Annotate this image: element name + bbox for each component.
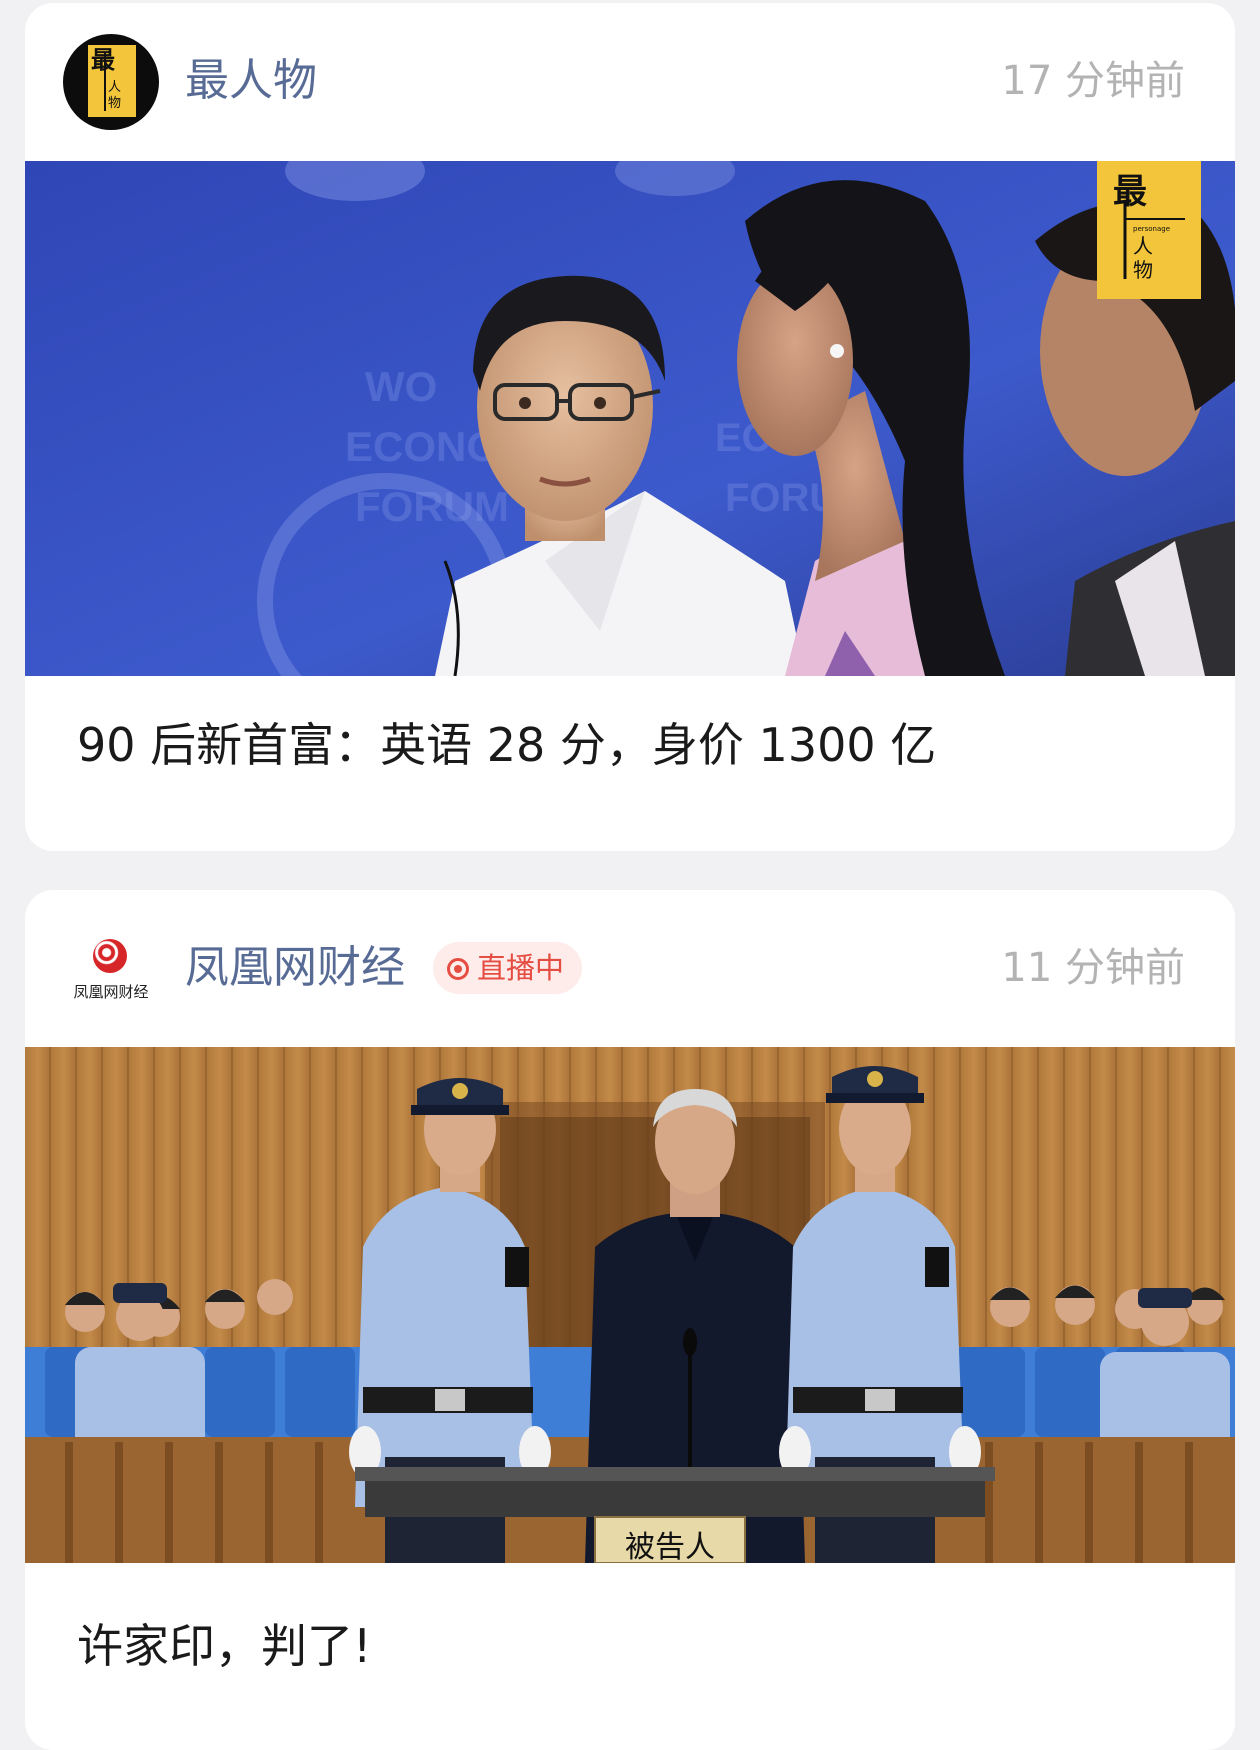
logo-char-small-2: 物 — [108, 96, 122, 111]
logo-char-small-1: 人 — [108, 80, 122, 95]
article-title[interactable]: 许家印，判了! — [77, 1616, 371, 1676]
ifeng-logo-icon — [93, 939, 127, 973]
source-avatar-zuirenwu[interactable]: 最 人 物 — [63, 34, 159, 130]
badge-char-small-2: 物 — [1133, 258, 1153, 282]
card-header: 凤凰网财经 凤凰网财经 直播中 11 分钟前 — [25, 890, 1235, 1048]
badge-char-small-1: 人 — [1133, 234, 1153, 258]
post-time: 11 分钟前 — [1001, 945, 1185, 991]
source-avatar-ifeng[interactable]: 凤凰网财经 — [63, 921, 159, 1017]
svg-text:WO: WO — [365, 363, 437, 410]
feed-card-1[interactable]: 最 人 物 最人物 17 分钟前 WO ECONO FORUM FORUM 最 … — [25, 3, 1235, 851]
forum-photo[interactable]: WO ECONO FORUM ECONO FORUM — [25, 161, 1235, 676]
card-header: 最 人 物 最人物 17 分钟前 — [25, 3, 1235, 161]
live-badge[interactable]: 直播中 — [433, 942, 583, 994]
logo-char-big: 最 — [91, 46, 115, 74]
badge-micro: personage — [1133, 225, 1170, 233]
courtroom-photo[interactable]: 被告人 — [25, 1047, 1235, 1563]
live-dot-icon — [447, 958, 469, 980]
post-time: 17 分钟前 — [1001, 58, 1185, 104]
svg-text:ECONO: ECONO — [345, 423, 499, 470]
badge-char-big: 最 — [1113, 172, 1147, 212]
defendant-sign: 被告人 — [625, 1530, 715, 1563]
man-at-forum-photo-icon: WO ECONO FORUM ECONO FORUM — [25, 161, 1235, 676]
live-badge-label: 直播中 — [477, 951, 565, 985]
feed-card-2[interactable]: 凤凰网财经 凤凰网财经 直播中 11 分钟前 被告人 许家印，判了! — [25, 890, 1235, 1750]
source-name[interactable]: 最人物 — [185, 49, 317, 113]
courtroom-photo-icon: 被告人 — [25, 1047, 1235, 1563]
zuirenwu-logo: 最 人 物 — [88, 45, 136, 117]
ifeng-logo-text: 凤凰网财经 — [73, 983, 149, 1001]
article-title[interactable]: 90 后新首富：英语 28 分，身价 1300 亿 — [77, 715, 936, 775]
source-name[interactable]: 凤凰网财经 — [185, 936, 405, 1000]
